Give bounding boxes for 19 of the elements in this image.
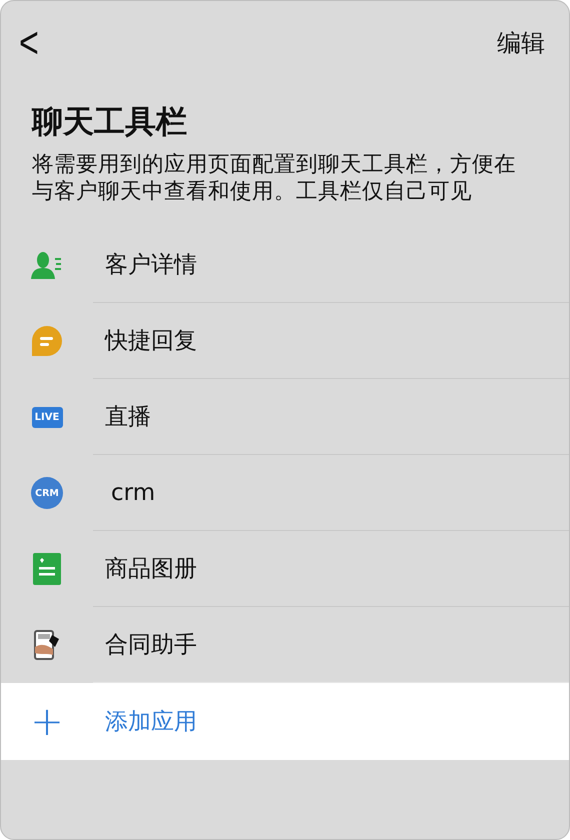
add-app-label: 添加应用 <box>104 708 197 737</box>
app-item[interactable]: 商品图册 <box>93 553 197 584</box>
live-icon: LIVE <box>32 406 62 428</box>
person-icon <box>31 251 63 279</box>
plus-icon: + <box>1 702 93 742</box>
list-icon <box>33 553 61 585</box>
chat-bubble-icon <box>31 325 63 357</box>
add-app-row[interactable]: + 添加应用 <box>1 683 569 760</box>
app-item[interactable]: 快捷回复 <box>93 325 197 356</box>
app-item[interactable]: 合同助手 <box>93 629 197 660</box>
handshake-icon <box>33 629 61 661</box>
edit-button[interactable]: 编辑 <box>497 27 545 59</box>
app-item[interactable]: crm <box>93 480 156 506</box>
app-item[interactable]: 客户详情 <box>93 249 197 280</box>
description-text: 将需要用到的应用页面配置到聊天工具栏，方便在与客户聊天中查看和使用。工具栏仅自己可见 <box>32 151 517 205</box>
page-title: 聊天工具栏 <box>32 103 188 142</box>
app-item[interactable]: 直播 <box>93 401 151 432</box>
back-button[interactable]: < <box>15 20 43 66</box>
crm-icon: CRM <box>31 477 63 509</box>
